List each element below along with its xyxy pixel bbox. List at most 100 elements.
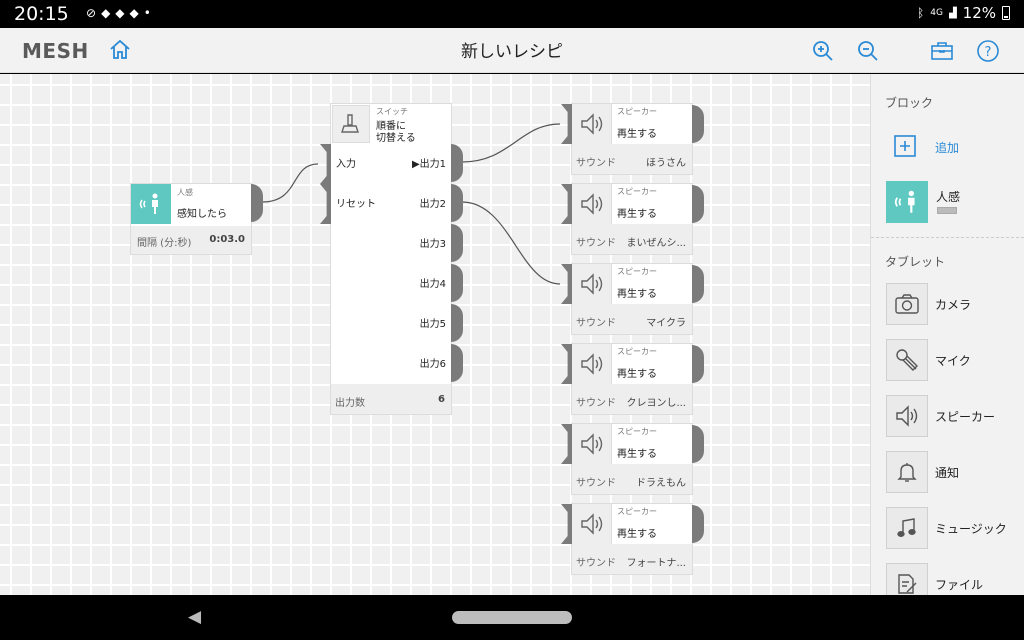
recipe-canvas[interactable]: 人感 感知したら 間隔 (分:秒) 0:03.0 スイッチ 順番に 切替える 入… bbox=[0, 74, 870, 595]
tablet-item-label: 通知 bbox=[935, 466, 960, 480]
sound-label: サウンド bbox=[576, 398, 616, 409]
connection-line bbox=[461, 201, 561, 285]
output-port-6[interactable] bbox=[451, 344, 463, 382]
output-port[interactable] bbox=[692, 265, 704, 303]
battery-icon bbox=[1002, 6, 1010, 20]
speaker-icon bbox=[572, 504, 612, 544]
speaker-block[interactable]: スピーカー 再生する サウンド ほうさん bbox=[572, 104, 692, 174]
output-port-4[interactable] bbox=[451, 264, 463, 302]
block-category: スピーカー bbox=[617, 267, 657, 276]
sound-label: サウンド bbox=[576, 318, 616, 329]
speaker-icon bbox=[572, 104, 612, 144]
output-port-5[interactable] bbox=[451, 304, 463, 342]
speaker-icon bbox=[886, 395, 928, 437]
block-category: スピーカー bbox=[617, 507, 657, 516]
output-port-3[interactable] bbox=[451, 224, 463, 262]
speaker-block[interactable]: スピーカー 再生する サウンド ドラえもん bbox=[572, 424, 692, 494]
reset-label: リセット bbox=[336, 199, 376, 210]
signal-icon: ▟ bbox=[948, 7, 957, 19]
output-port-2[interactable] bbox=[451, 184, 463, 222]
output-label-5: 出力5 bbox=[419, 319, 446, 330]
block-footer: 出力数 6 bbox=[331, 384, 451, 414]
tablet-item-mic[interactable]: マイク bbox=[871, 339, 1024, 383]
silent-icon: ⊘ bbox=[86, 6, 102, 20]
switch-block[interactable]: スイッチ 順番に 切替える 入力 リセット ▶出力1 出力2 出力3 出力4 出… bbox=[331, 104, 451, 414]
network-type: 4G bbox=[930, 8, 943, 18]
tablet-item-label: ファイル bbox=[935, 578, 984, 592]
block-item-human[interactable]: 人感 bbox=[886, 181, 1021, 225]
tablet-item-label: ミュージック bbox=[935, 522, 1007, 536]
block-item-label: 人感 bbox=[936, 190, 961, 204]
status-right: ᛒ 4G ▟ 12% bbox=[917, 4, 1010, 22]
block-action-line2: 切替える bbox=[376, 133, 416, 144]
add-block-button[interactable]: 追加 bbox=[893, 134, 993, 160]
output-port[interactable] bbox=[692, 425, 704, 463]
home-icon[interactable] bbox=[108, 38, 132, 66]
tablet-item-label: スピーカー bbox=[935, 410, 996, 424]
output-port[interactable] bbox=[692, 345, 704, 383]
speaker-block[interactable]: スピーカー再生するサウンド フォートナ... bbox=[572, 504, 692, 574]
output-port[interactable] bbox=[692, 105, 704, 143]
block-footer: サウンド まいぜんシ... bbox=[572, 224, 692, 254]
human-sensor-icon bbox=[131, 184, 171, 224]
add-label: 追加 bbox=[935, 141, 960, 155]
block-palette: ブロック 追加 人感 タブレット カメラ マイク スピーカー 通知 ミュージック… bbox=[870, 74, 1024, 595]
output-port[interactable] bbox=[251, 184, 263, 222]
footer-label: 出力数 bbox=[335, 398, 365, 409]
sound-value: マイクラ bbox=[646, 318, 686, 329]
bell-icon bbox=[886, 451, 928, 493]
block-footer: サウンド フォートナ... bbox=[572, 544, 692, 574]
tablet-item-camera[interactable]: カメラ bbox=[871, 283, 1024, 327]
tablet-item-speaker[interactable]: スピーカー bbox=[871, 395, 1024, 439]
tablet-item-music[interactable]: ミュージック bbox=[871, 507, 1024, 551]
back-icon[interactable]: ◀ bbox=[188, 607, 201, 627]
sound-label: サウンド bbox=[576, 238, 616, 249]
screen: 20:15 ⊘◆◆◆• ᛒ 4G ▟ 12% MESH 新しいレシピ ? 人感 … bbox=[0, 0, 1024, 640]
param-value: 0:03.0 bbox=[209, 234, 245, 245]
tablet-heading: タブレット bbox=[885, 255, 946, 269]
ghost-icon: ◆ bbox=[115, 6, 130, 20]
footer-value: 6 bbox=[438, 394, 445, 405]
block-action: 再生する bbox=[617, 209, 657, 220]
bluetooth-icon: ᛒ bbox=[917, 6, 925, 20]
block-action: 感知したら bbox=[177, 209, 227, 220]
output-port[interactable] bbox=[692, 505, 704, 543]
status-time: 20:15 bbox=[14, 3, 69, 25]
sound-value: フォートナ... bbox=[626, 558, 686, 569]
sound-value: まいぜんシ... bbox=[626, 238, 686, 249]
music-note-icon bbox=[886, 507, 928, 549]
status-bar: 20:15 ⊘◆◆◆• ᛒ 4G ▟ 12% bbox=[0, 0, 1024, 28]
divider bbox=[871, 237, 1024, 238]
zoom-out-icon[interactable] bbox=[856, 39, 880, 67]
zoom-in-icon[interactable] bbox=[811, 39, 835, 67]
param-label: 間隔 (分:秒) bbox=[137, 238, 192, 249]
toolbox-icon[interactable] bbox=[930, 40, 954, 66]
svg-text:?: ? bbox=[985, 45, 992, 60]
block-category: スイッチ bbox=[376, 107, 408, 116]
speaker-icon bbox=[572, 424, 612, 464]
block-category: スピーカー bbox=[617, 107, 657, 116]
dot-icon: • bbox=[143, 6, 156, 20]
block-footer: サウンド マイクラ bbox=[572, 304, 692, 334]
switch-icon bbox=[332, 105, 370, 143]
output-port-1[interactable] bbox=[451, 144, 463, 182]
human-sensor-block[interactable]: 人感 感知したら 間隔 (分:秒) 0:03.0 bbox=[131, 184, 251, 254]
notification-icons: ⊘◆◆◆• bbox=[86, 6, 156, 20]
help-icon[interactable]: ? bbox=[976, 39, 1000, 67]
speaker-icon bbox=[572, 344, 612, 384]
home-pill[interactable] bbox=[452, 611, 572, 624]
speaker-block[interactable]: スピーカー 再生する サウンド クレヨンし... bbox=[572, 344, 692, 414]
output-port[interactable] bbox=[692, 185, 704, 223]
block-action: 再生する bbox=[617, 529, 657, 540]
output-label-1: ▶出力1 bbox=[411, 159, 446, 170]
tablet-item-notification[interactable]: 通知 bbox=[871, 451, 1024, 495]
navigation-bar: ◀ bbox=[0, 595, 1024, 640]
speaker-block[interactable]: スピーカー 再生する サウンド マイクラ bbox=[572, 264, 692, 334]
block-category: スピーカー bbox=[617, 187, 657, 196]
tablet-item-file[interactable]: ファイル bbox=[871, 563, 1024, 595]
blocks-heading: ブロック bbox=[885, 96, 934, 110]
sound-value: ドラえもん bbox=[636, 478, 686, 489]
microphone-icon bbox=[886, 339, 928, 381]
speaker-block[interactable]: スピーカー再生するサウンド まいぜんシ... bbox=[572, 184, 692, 254]
ghost-icon: ◆ bbox=[101, 6, 116, 20]
